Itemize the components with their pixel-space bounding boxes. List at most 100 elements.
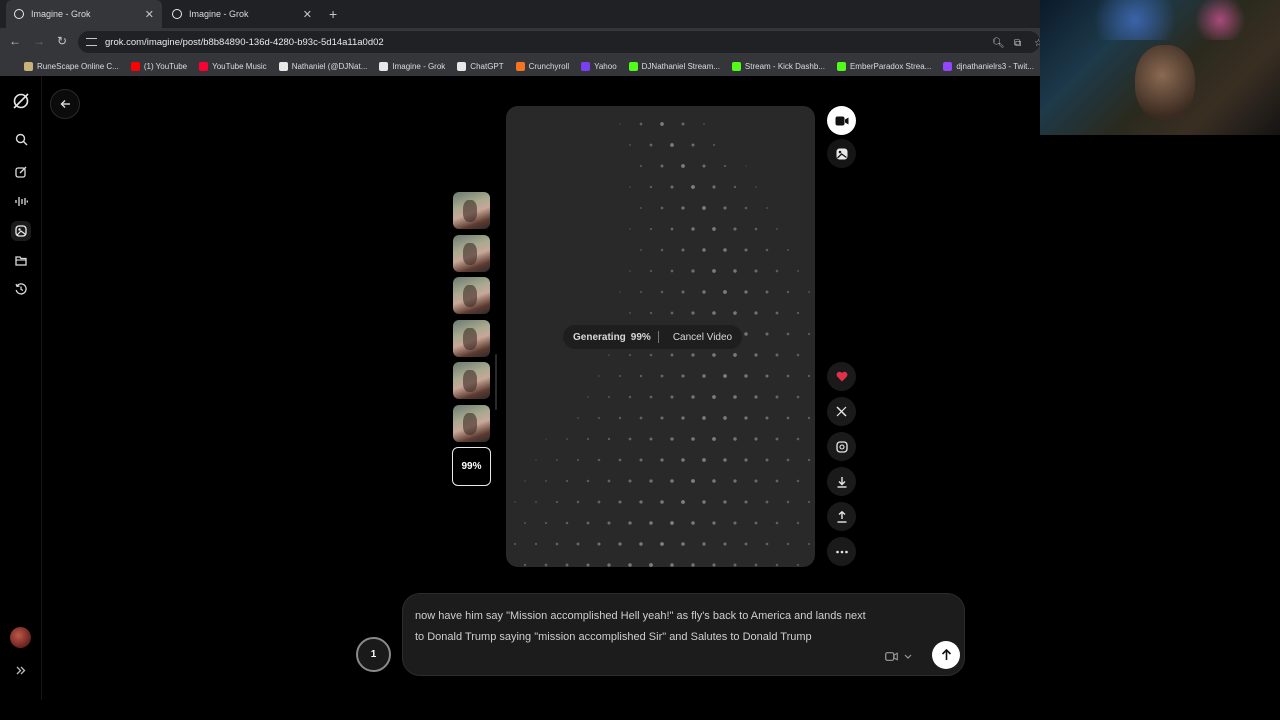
like-button[interactable] (827, 362, 856, 391)
share-on-x-button[interactable] (827, 397, 856, 426)
pattern-dot (744, 416, 748, 420)
thumbnail[interactable] (453, 404, 490, 442)
new-tab-button[interactable]: + (329, 6, 337, 22)
pattern-dot (775, 395, 779, 399)
pattern-dot (766, 207, 768, 209)
x-icon (836, 406, 847, 417)
bookmark-item[interactable]: YouTube Music (199, 61, 267, 71)
bookmark-item[interactable]: DJNathaniel Stream... (628, 61, 720, 71)
browser-tab-active[interactable]: Imagine - Grok ✕ (6, 0, 162, 28)
bookmark-item[interactable]: Yahoo (581, 61, 617, 71)
cast-icon[interactable]: ⧉ (1014, 38, 1021, 49)
image-mode-button[interactable] (827, 139, 856, 168)
sidebar-item-search[interactable] (11, 129, 31, 149)
generation-mode-select[interactable] (885, 646, 912, 666)
forward-arrow-icon[interactable]: → (33, 34, 45, 48)
close-tab-icon[interactable]: ✕ (303, 8, 312, 21)
kick-icon (628, 61, 638, 71)
pattern-dot (765, 458, 769, 462)
pattern-dot (649, 143, 653, 147)
bookmark-item[interactable]: ChatGPT (457, 61, 504, 71)
user-avatar[interactable] (10, 627, 31, 648)
bookmark-item[interactable]: Nathaniel (@DJNat... (278, 61, 367, 71)
prompt-composer[interactable]: now have him say "Mission accomplished H… (402, 593, 965, 676)
cancel-video-button[interactable]: Cancel Video (673, 332, 732, 343)
pattern-dot (775, 227, 779, 231)
pattern-dot (723, 206, 727, 210)
reload-icon[interactable]: ↻ (57, 34, 67, 48)
bookmark-item[interactable]: EmberParadox Strea... (836, 61, 932, 71)
pattern-dot (745, 165, 747, 167)
apps-grid-icon[interactable] (8, 61, 10, 71)
share-button[interactable] (827, 502, 856, 531)
pattern-dot (786, 458, 790, 462)
pattern-dot (670, 479, 674, 483)
pattern-dot (556, 459, 558, 461)
sidebar-item-voice[interactable] (11, 191, 31, 211)
pattern-dot (712, 437, 716, 441)
thumbnail[interactable] (453, 362, 490, 399)
browser-tab[interactable]: Imagine - Grok ✕ (164, 0, 320, 28)
pattern-dot (723, 290, 727, 294)
back-arrow-icon[interactable]: ← (9, 34, 21, 48)
bookmark-item[interactable]: (1) YouTube (130, 61, 187, 71)
bookmark-label: djnathanielrs3 - Twit... (956, 61, 1034, 71)
sidebar-item-history[interactable] (11, 279, 31, 299)
thumbnail-scrollbar[interactable] (495, 354, 497, 410)
pattern-dot (733, 437, 737, 441)
thumbnail[interactable] (453, 277, 490, 314)
pattern-dot (723, 542, 727, 546)
thumbnail[interactable] (453, 234, 490, 272)
grok-logo-icon[interactable] (10, 90, 32, 112)
queue-count-badge[interactable]: 1 (356, 637, 391, 672)
arrow-up-icon (941, 649, 951, 660)
grok-icon (172, 9, 182, 19)
back-button[interactable] (50, 89, 80, 119)
chatgpt-icon (457, 61, 467, 71)
pattern-dot (744, 206, 748, 210)
pattern-dot (608, 354, 610, 356)
pattern-dot (639, 248, 643, 252)
thumbnail[interactable] (453, 192, 490, 229)
site-info-icon[interactable] (86, 38, 97, 46)
sidebar-item-projects[interactable] (11, 250, 31, 270)
sidebar-item-create[interactable] (11, 162, 31, 182)
pattern-dot (691, 479, 695, 483)
bookmark-item[interactable]: Stream - Kick Dashb... (731, 61, 825, 71)
pattern-dot (586, 479, 590, 483)
pattern-dot (555, 500, 559, 504)
current-generation-thumbnail[interactable]: 99% (452, 447, 491, 486)
pattern-dot (639, 164, 643, 168)
remix-button[interactable] (827, 432, 856, 461)
pattern-dot (733, 311, 737, 315)
pattern-dot (597, 500, 601, 504)
pattern-dot (660, 206, 664, 210)
close-tab-icon[interactable]: ✕ (145, 8, 154, 21)
bookmark-item[interactable]: djnathanielrs3 - Twit... (943, 61, 1034, 71)
video-mode-button[interactable] (827, 106, 856, 135)
bookmark-item[interactable]: Crunchyroll (515, 61, 569, 71)
download-button[interactable] (827, 467, 856, 496)
pattern-dot (681, 248, 685, 252)
bookmark-label: Imagine - Grok (392, 61, 446, 71)
pattern-dot (565, 563, 569, 567)
pattern-dot (649, 437, 653, 441)
bookmark-item[interactable]: RuneScape Online C... (24, 61, 119, 71)
pattern-dot (524, 480, 526, 482)
send-button[interactable] (932, 641, 960, 669)
thumbnail[interactable] (453, 319, 490, 357)
pattern-dot (807, 416, 811, 420)
bookmark-label: EmberParadox Strea... (849, 61, 932, 71)
sidebar-item-imagine[interactable] (11, 221, 31, 241)
zoom-icon[interactable]: 🔍︎ (992, 38, 1005, 49)
pattern-dot (576, 500, 580, 504)
address-bar[interactable]: grok.com/imagine/post/b8b84890-136d-4280… (78, 31, 1043, 53)
pattern-dot (702, 248, 706, 252)
more-options-button[interactable] (827, 537, 856, 566)
pattern-dot (723, 248, 727, 252)
pattern-dot (702, 542, 706, 546)
kick-icon (836, 61, 846, 71)
bookmark-item[interactable]: Imagine - Grok (379, 61, 446, 71)
prompt-input[interactable]: now have him say "Mission accomplished H… (415, 606, 870, 647)
sidebar-expand-button[interactable] (11, 660, 31, 680)
